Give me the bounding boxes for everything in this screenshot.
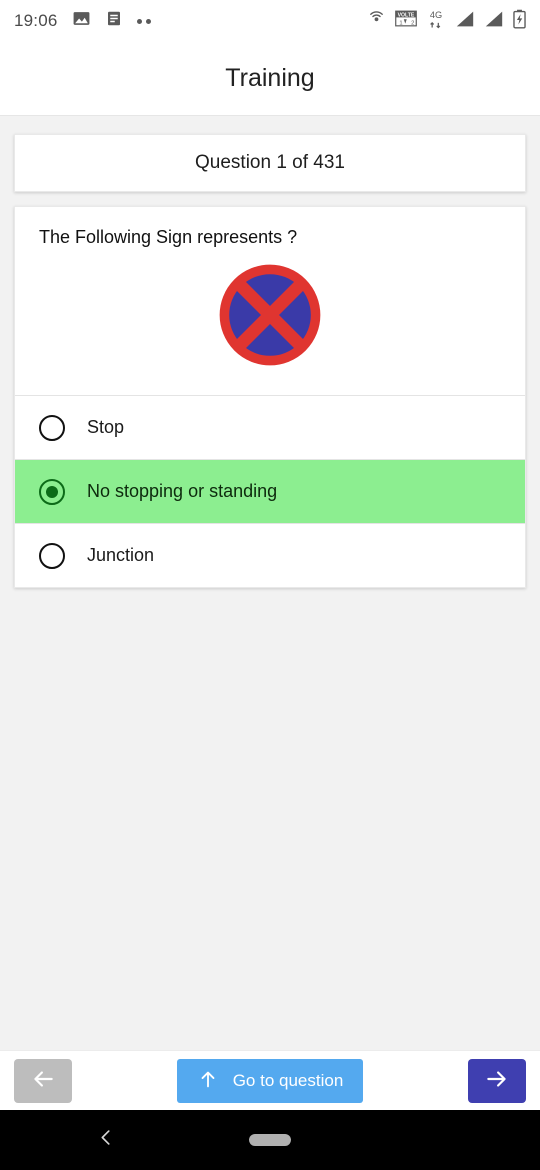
answer-option-1[interactable]: No stopping or standing	[15, 460, 525, 523]
question-prompt: The Following Sign represents ?	[39, 227, 298, 247]
chevron-left-icon[interactable]	[95, 1127, 117, 1154]
radio-selected-icon[interactable]	[39, 478, 65, 505]
battery-charging-icon	[513, 9, 526, 34]
svg-text:VOLTE: VOLTE	[398, 13, 415, 19]
main-content: Question 1 of 431 The Following Sign rep…	[0, 134, 540, 588]
bottom-action-bar: Go to question	[0, 1050, 540, 1110]
svg-text:1: 1	[399, 20, 402, 26]
answer-option-label: No stopping or standing	[87, 481, 278, 501]
status-bar: 19:06 VOLTE 1 2 4G	[0, 0, 540, 42]
arrow-up-icon	[197, 1068, 219, 1093]
answer-option-label: Junction	[87, 545, 155, 565]
image-icon	[72, 9, 91, 33]
svg-text:2: 2	[411, 20, 414, 26]
answer-option-label: Stop	[87, 417, 125, 437]
next-question-button[interactable]	[467, 1058, 526, 1103]
radio-dot	[46, 485, 58, 498]
question-image-wrap	[15, 248, 525, 395]
previous-question-button[interactable]	[14, 1058, 72, 1103]
signal-bars-sim2-icon	[484, 10, 504, 33]
phone-screen: 19:06 VOLTE 1 2 4G Training Question 1 o…	[0, 0, 540, 1170]
answer-option-2[interactable]: Junction	[15, 524, 525, 587]
hotspot-icon	[367, 9, 386, 33]
go-to-question-label: Go to question	[232, 1070, 344, 1090]
no-stopping-road-sign	[217, 262, 323, 373]
4g-data-icon: 4G	[426, 9, 446, 34]
status-bar-left: 19:06	[14, 9, 151, 33]
status-bar-clock: 19:06	[14, 11, 58, 30]
signal-bars-sim1-icon	[455, 10, 475, 33]
status-bar-right: VOLTE 1 2 4G	[367, 9, 526, 34]
volte-icon: VOLTE 1 2	[395, 9, 417, 33]
question-prompt-wrap: The Following Sign represents ?	[15, 207, 525, 248]
radio-unselected-icon[interactable]	[39, 542, 65, 569]
arrow-right-icon	[484, 1066, 510, 1095]
answer-option-0[interactable]: Stop	[15, 396, 525, 459]
svg-text:4G: 4G	[430, 10, 442, 20]
more-dots-icon	[136, 18, 151, 24]
go-to-question-button[interactable]: Go to question	[176, 1058, 364, 1103]
home-gesture-pill[interactable]	[249, 1134, 291, 1146]
android-navigation-bar	[0, 1110, 540, 1170]
question-counter-card: Question 1 of 431	[14, 134, 526, 192]
question-card: The Following Sign represents ? Stop No …	[14, 206, 526, 588]
page-title: Training	[225, 64, 315, 92]
arrow-left-icon	[30, 1066, 56, 1095]
question-counter-label: Question 1 of 431	[195, 152, 345, 173]
app-bar: Training	[0, 42, 540, 116]
radio-unselected-icon[interactable]	[39, 414, 65, 441]
notification-text-icon	[105, 9, 123, 33]
